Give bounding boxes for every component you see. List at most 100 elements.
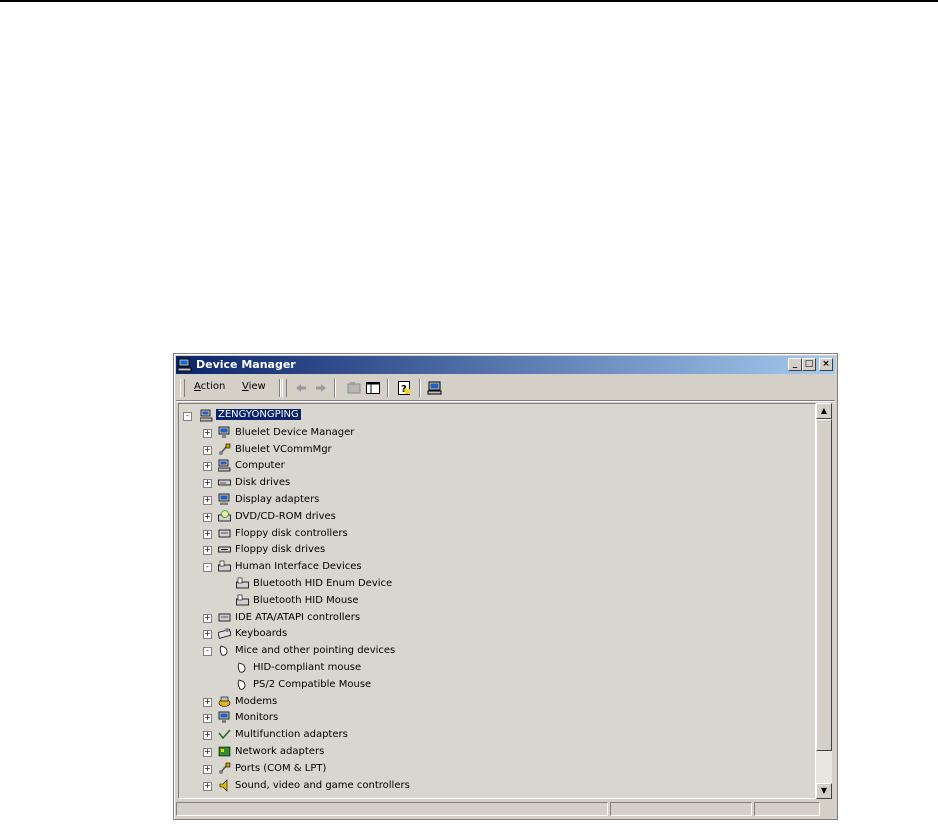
computer-icon	[200, 409, 213, 422]
toolbar-separator-3	[387, 379, 389, 397]
tree-node[interactable]: - Mice and other pointing devices	[183, 643, 583, 659]
expand-toggle[interactable]: +	[203, 512, 212, 522]
tree-node-label: Ports (COM & LPT)	[235, 762, 327, 774]
scan-hardware-icon[interactable]	[427, 380, 443, 396]
minimize-button[interactable]: _	[788, 358, 802, 371]
help-icon[interactable]: ?	[396, 380, 412, 396]
device-manager-window: Device Manager _ □ × Action View ? - ZEN…	[173, 353, 838, 820]
tree-node-label: PS/2 Compatible Mouse	[253, 678, 372, 690]
floppy-drive-icon	[218, 546, 231, 553]
tree-node[interactable]: PS/2 Compatible Mouse	[183, 677, 583, 693]
computer-icon	[218, 459, 231, 472]
tree-node[interactable]: + Floppy disk controllers	[183, 526, 583, 542]
menu-view[interactable]: View	[242, 381, 266, 392]
mouse-icon	[219, 645, 228, 656]
device-tree[interactable]: - ZENGYONGPING + Bluelet Device Manager + B…	[178, 403, 816, 799]
hid-icon	[236, 594, 249, 606]
cdrom-icon	[218, 509, 231, 522]
toolbar-grip-2[interactable]	[282, 379, 287, 397]
mouse-icon	[237, 679, 246, 690]
tree-node[interactable]: + Monitors	[183, 710, 583, 726]
title-bar[interactable]: Device Manager _ □ ×	[176, 356, 835, 374]
expand-toggle[interactable]: +	[203, 714, 212, 724]
tree-node[interactable]: + Bluelet VCommMgr	[183, 442, 583, 458]
page-top-rule	[0, 0, 938, 2]
disk-drive-icon	[218, 479, 231, 486]
expand-toggle[interactable]: +	[203, 529, 212, 539]
tree-node[interactable]: HID-compliant mouse	[183, 660, 583, 676]
status-bar	[176, 801, 835, 817]
mouse-icon	[237, 662, 246, 673]
expand-toggle[interactable]: +	[203, 613, 212, 623]
tree-root[interactable]: - ZENGYONGPING	[183, 408, 383, 424]
tree-node[interactable]: - Human Interface Devices	[183, 559, 583, 575]
toolbar-grip[interactable]	[180, 379, 185, 397]
status-panel-3	[754, 802, 820, 816]
sound-icon	[219, 778, 228, 792]
multifunction-icon	[218, 729, 231, 740]
expand-toggle[interactable]: +	[203, 630, 212, 640]
close-button[interactable]: ×	[819, 358, 833, 371]
tree-node-label: Multifunction adapters	[235, 729, 348, 741]
window-title: Device Manager	[196, 358, 296, 371]
tree-node-label: Human Interface Devices	[235, 561, 362, 573]
toolbar-separator-2	[334, 379, 336, 397]
scroll-up-button[interactable]: ▲	[816, 403, 832, 419]
tree-node-label: Computer	[235, 460, 285, 472]
properties-icon[interactable]	[346, 380, 362, 396]
tree-node[interactable]: + Display adapters	[183, 492, 583, 508]
tree-node-label: Keyboards	[235, 628, 288, 640]
tree-node[interactable]: Bluetooth HID Mouse	[183, 593, 583, 609]
keyboard-icon	[218, 628, 231, 640]
expand-toggle[interactable]: +	[203, 781, 212, 791]
display-adapter-icon	[218, 493, 230, 505]
expand-toggle[interactable]: +	[203, 428, 212, 438]
menu-action[interactable]: Action	[194, 381, 225, 392]
tree-node-label: Sound, video and game controllers	[235, 779, 410, 791]
tree-node[interactable]: + DVD/CD-ROM drives	[183, 509, 583, 525]
tree-node[interactable]: + Computer	[183, 458, 583, 474]
tree-node[interactable]: + Network adapters	[183, 744, 583, 760]
expand-toggle[interactable]: +	[203, 496, 212, 505]
expand-toggle[interactable]: +	[203, 546, 212, 556]
vertical-scrollbar[interactable]: ▲ ▼	[816, 403, 832, 799]
tree-node[interactable]: + Floppy disk drives	[183, 542, 583, 558]
tree-node-label: Monitors	[235, 712, 279, 724]
collapse-toggle[interactable]: -	[203, 563, 212, 573]
tree-node[interactable]: + Disk drives	[183, 475, 583, 491]
tree-node-label: Display adapters	[235, 494, 320, 505]
tree-node[interactable]: + Ports (COM & LPT)	[183, 761, 583, 777]
expand-toggle[interactable]: +	[203, 731, 212, 741]
collapse-toggle[interactable]: -	[203, 647, 212, 657]
expand-toggle[interactable]: +	[203, 697, 212, 707]
tree-node[interactable]: + Modems	[183, 694, 583, 710]
tree-node-label: Floppy disk drives	[235, 544, 326, 556]
expand-toggle[interactable]: +	[203, 462, 212, 472]
tree-node[interactable]: + Sound, video and game controllers	[183, 778, 583, 794]
back-arrow-icon[interactable]	[293, 380, 309, 396]
forward-arrow-icon[interactable]	[313, 380, 329, 396]
tree-node[interactable]: + Keyboards	[183, 626, 583, 642]
tree-node[interactable]: + Multifunction adapters	[183, 727, 583, 743]
scroll-thumb[interactable]	[816, 419, 832, 751]
show-hide-tree-icon[interactable]	[365, 380, 381, 396]
toolbar: Action View ?	[176, 376, 835, 401]
tree-node[interactable]: Bluetooth HID Enum Device	[183, 576, 583, 592]
tree-node[interactable]: + Bluelet Device Manager	[183, 425, 583, 441]
controller-icon	[218, 613, 231, 621]
tree-node-label: Bluelet VCommMgr	[235, 443, 332, 455]
expand-toggle[interactable]: +	[203, 764, 212, 774]
expand-toggle[interactable]: +	[203, 479, 212, 489]
tree-node[interactable]: + IDE ATA/ATAPI controllers	[183, 610, 583, 626]
tree-node-label: Floppy disk controllers	[235, 527, 348, 539]
status-panel-1	[176, 802, 608, 816]
expand-toggle[interactable]: +	[203, 445, 212, 455]
scroll-down-button[interactable]: ▼	[816, 783, 832, 799]
tree-node-label: Bluetooth HID Mouse	[253, 594, 359, 606]
expand-toggle[interactable]: +	[203, 748, 212, 757]
port-icon	[219, 443, 231, 455]
collapse-toggle[interactable]: -	[183, 412, 192, 421]
maximize-button[interactable]: □	[802, 358, 816, 371]
menu-view-accel: V	[242, 381, 249, 392]
monitor-icon	[218, 711, 230, 724]
